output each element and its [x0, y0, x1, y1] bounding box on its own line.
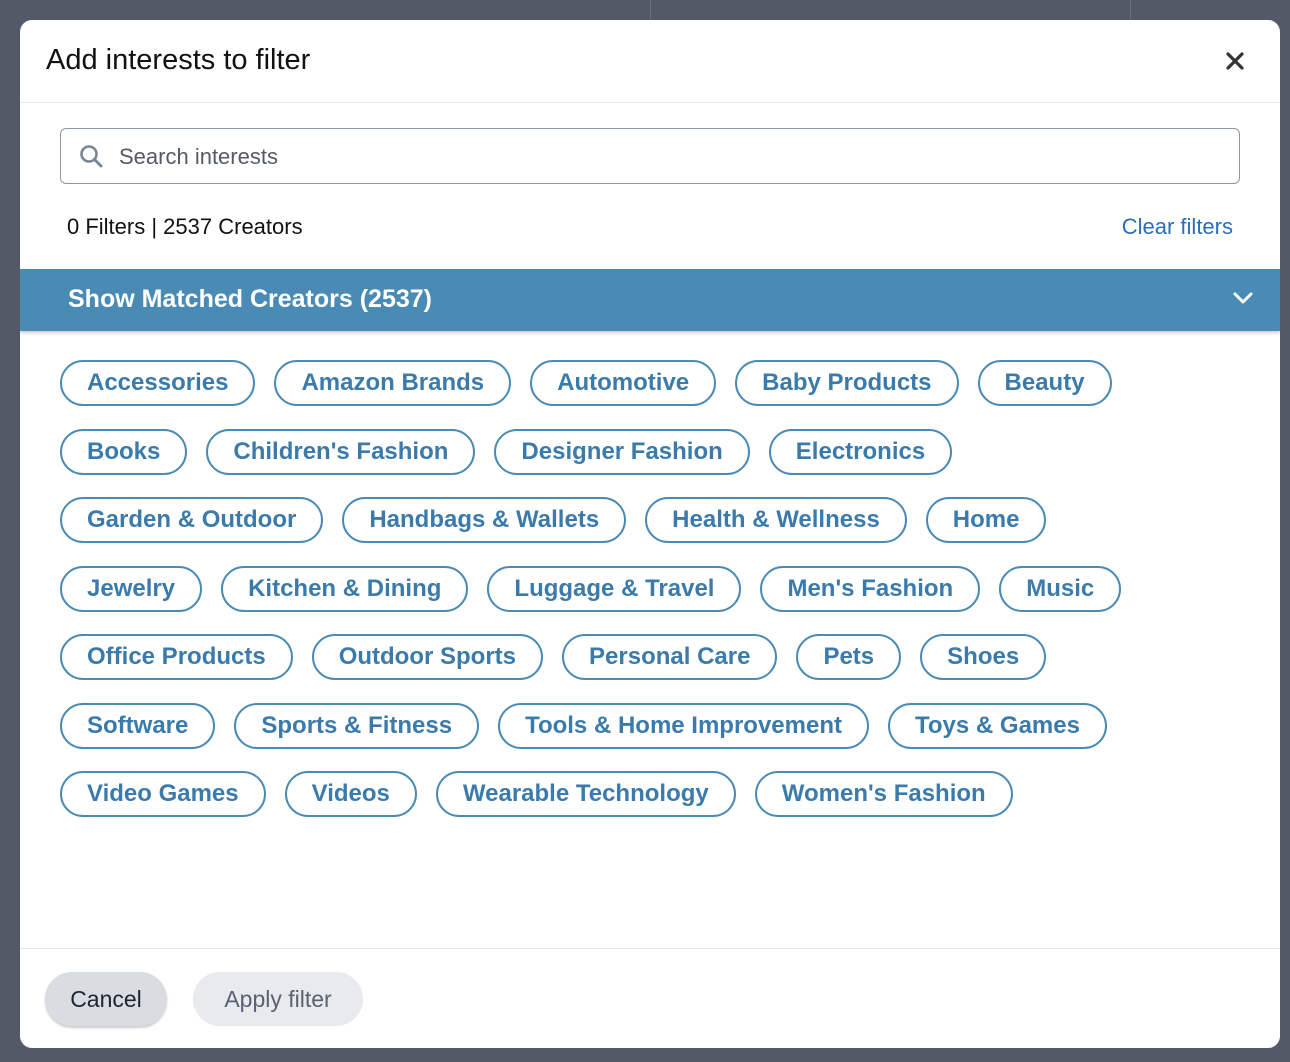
interest-chip[interactable]: Health & Wellness: [645, 497, 907, 543]
interest-chip[interactable]: Kitchen & Dining: [221, 565, 469, 612]
interest-chip[interactable]: Music: [999, 565, 1122, 612]
interest-chip-list: Accessories Amazon Brands Automotive Baby P…: [60, 360, 1260, 840]
interest-chip[interactable]: Baby Products: [735, 360, 959, 406]
interest-chip[interactable]: Designer Fashion: [494, 428, 750, 475]
interest-chip[interactable]: Sports & Fitness: [234, 702, 480, 749]
filter-count-text: 0 Filters | 2537 Creators: [67, 214, 303, 239]
interest-chip-row: Video Games Videos Wearable Technology Wome…: [60, 771, 1260, 840]
interest-chip[interactable]: Books: [60, 428, 188, 475]
interest-chip[interactable]: Accessories: [60, 360, 256, 406]
add-interests-modal: Add interests to filter 0 Filters | 2537…: [20, 20, 1280, 1048]
search-icon: [80, 145, 103, 168]
interest-chip[interactable]: Tools & Home Improvement: [498, 702, 869, 749]
interest-chip[interactable]: Beauty: [977, 360, 1112, 406]
interest-chip[interactable]: Automotive: [530, 360, 717, 406]
interest-chip[interactable]: Outdoor Sports: [311, 634, 544, 680]
interest-chip[interactable]: Pets: [796, 634, 902, 680]
interest-chip[interactable]: Jewelry: [60, 565, 203, 612]
show-matched-creators-toggle[interactable]: Show Matched Creators (2537): [20, 269, 1280, 331]
search-field[interactable]: [60, 128, 1240, 185]
cancel-button[interactable]: Cancel: [45, 972, 167, 1026]
interest-chip[interactable]: Office Products: [60, 634, 293, 680]
interest-chip[interactable]: Videos: [284, 771, 417, 817]
search-input[interactable]: [117, 129, 1221, 185]
chevron-down-icon: [1233, 292, 1253, 304]
interest-chip-row: Software Sports & Fitness Tools & Home Imp…: [60, 702, 1260, 772]
clear-filters-link[interactable]: Clear filters: [1122, 214, 1233, 240]
interest-chip[interactable]: Women's Fashion: [754, 771, 1013, 817]
interest-chip-row: Garden & Outdoor Handbags & Wallets Health…: [60, 497, 1260, 566]
interest-chip[interactable]: Men's Fashion: [760, 565, 981, 612]
interest-chip[interactable]: Personal Care: [562, 634, 778, 680]
interest-chip[interactable]: Toys & Games: [888, 702, 1107, 749]
interest-chip[interactable]: Handbags & Wallets: [342, 497, 627, 543]
interest-chip-row: Accessories Amazon Brands Automotive Baby P…: [60, 360, 1260, 429]
interest-chip-row: Books Children's Fashion Designer Fashion E…: [60, 428, 1260, 498]
interest-chip[interactable]: Software: [60, 702, 216, 749]
interest-chip[interactable]: Garden & Outdoor: [60, 497, 324, 543]
interest-chip[interactable]: Electronics: [768, 428, 953, 475]
interest-chip[interactable]: Children's Fashion: [206, 428, 476, 475]
modal-footer: Cancel Apply filter: [20, 948, 1280, 1048]
modal-header: Add interests to filter: [20, 20, 1280, 103]
interest-chip-row: Office Products Outdoor Sports Personal Ca…: [60, 634, 1260, 703]
close-icon[interactable]: [1220, 46, 1250, 76]
modal-title: Add interests to filter: [46, 44, 311, 76]
interest-chip[interactable]: Video Games: [60, 771, 266, 817]
interest-chip[interactable]: Amazon Brands: [274, 360, 512, 406]
interest-chip[interactable]: Luggage & Travel: [487, 565, 742, 612]
show-matched-creators-label: Show Matched Creators (2537): [68, 285, 432, 313]
interest-chip-row: Jewelry Kitchen & Dining Luggage & Travel M…: [60, 565, 1260, 635]
background-divider: [1130, 0, 1131, 20]
interest-chip[interactable]: Shoes: [920, 634, 1047, 680]
background-divider: [650, 0, 651, 20]
interest-chip[interactable]: Home: [925, 497, 1047, 543]
interest-chip[interactable]: Wearable Technology: [435, 771, 736, 817]
apply-filter-button[interactable]: Apply filter: [193, 972, 363, 1026]
